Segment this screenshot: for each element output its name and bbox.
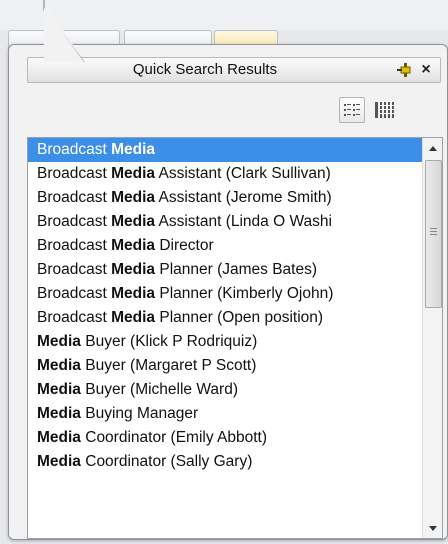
quick-search-popup: Quick Search Results × Broadcast Media B… bbox=[8, 44, 448, 540]
result-match-term: Media bbox=[111, 237, 156, 254]
result-row[interactable]: Media Coordinator (Emily Abbott) bbox=[28, 426, 422, 450]
result-row[interactable]: Media Buying Manager bbox=[28, 402, 422, 426]
result-suffix: Assistant (Jerome Smith) bbox=[155, 189, 332, 206]
result-prefix: Broadcast bbox=[37, 213, 112, 230]
result-match-term: Media bbox=[111, 189, 156, 206]
scroll-up-icon bbox=[429, 145, 437, 151]
result-row[interactable]: Broadcast Media Director bbox=[28, 234, 422, 258]
result-suffix: Coordinator (Emily Abbott) bbox=[80, 429, 268, 446]
result-row[interactable]: Broadcast Media bbox=[28, 138, 422, 162]
result-prefix: Broadcast bbox=[37, 309, 112, 326]
callout-pointer bbox=[43, 0, 85, 63]
list-view-button[interactable] bbox=[339, 97, 365, 123]
result-match-term: Media bbox=[111, 261, 156, 278]
result-prefix: Broadcast bbox=[37, 237, 112, 254]
result-row[interactable]: Broadcast Media Assistant (Clark Sulliva… bbox=[28, 162, 422, 186]
result-match-term: Media bbox=[111, 213, 156, 230]
result-match-term: Media bbox=[37, 381, 81, 398]
result-row[interactable]: Broadcast Media Planner (Kimberly Ojohn) bbox=[28, 282, 422, 306]
result-suffix: Planner (Open position) bbox=[155, 309, 324, 326]
result-suffix: Planner (James Bates) bbox=[155, 261, 318, 278]
grid-view-button[interactable] bbox=[371, 97, 397, 123]
list-view-icon bbox=[344, 104, 360, 116]
result-match-term: Media bbox=[37, 405, 81, 422]
result-row[interactable]: Media Coordinator (Sally Gary) bbox=[28, 450, 422, 474]
result-match-term: Media bbox=[111, 309, 156, 326]
result-row[interactable]: Broadcast Media Assistant (Jerome Smith) bbox=[28, 186, 422, 210]
result-prefix: Broadcast bbox=[37, 141, 112, 158]
result-match-term: Media bbox=[37, 453, 81, 470]
pin-icon[interactable] bbox=[396, 61, 414, 79]
result-suffix: Planner (Kimberly Ojohn) bbox=[155, 285, 334, 302]
result-match-term: Media bbox=[37, 357, 81, 374]
result-prefix: Broadcast bbox=[37, 189, 112, 206]
result-suffix: Buying Manager bbox=[80, 405, 199, 422]
result-suffix: Buyer (Klick P Rodriquiz) bbox=[80, 333, 258, 350]
result-row[interactable]: Media Buyer (Margaret P Scott) bbox=[28, 354, 422, 378]
result-match-term: Media bbox=[111, 165, 156, 182]
thumb-grip-icon bbox=[430, 228, 437, 235]
result-match-term: Media bbox=[37, 429, 81, 446]
result-match-term: Media bbox=[111, 285, 156, 302]
result-match-term: Media bbox=[37, 333, 81, 350]
result-prefix: Broadcast bbox=[37, 285, 112, 302]
scroll-up-button[interactable] bbox=[423, 138, 442, 158]
scroll-thumb[interactable] bbox=[425, 160, 442, 308]
result-suffix: Assistant (Clark Sullivan) bbox=[155, 165, 331, 182]
result-suffix: Buyer (Margaret P Scott) bbox=[80, 357, 257, 374]
vertical-scrollbar[interactable] bbox=[422, 138, 442, 538]
close-icon[interactable]: × bbox=[418, 60, 434, 80]
result-row[interactable]: Broadcast Media Planner (James Bates) bbox=[28, 258, 422, 282]
results-list[interactable]: Broadcast Media Broadcast Media Assistant… bbox=[27, 137, 443, 539]
result-row[interactable]: Media Buyer (Michelle Ward) bbox=[28, 378, 422, 402]
result-suffix: Buyer (Michelle Ward) bbox=[80, 381, 238, 398]
result-row[interactable]: Broadcast Media Assistant (Linda O Washi bbox=[28, 210, 422, 234]
result-prefix: Broadcast bbox=[37, 165, 112, 182]
result-row[interactable]: Broadcast Media Planner (Open position) bbox=[28, 306, 422, 330]
grid-view-icon bbox=[375, 102, 394, 118]
result-row[interactable]: Media Buyer (Klick P Rodriquiz) bbox=[28, 330, 422, 354]
result-prefix: Broadcast bbox=[37, 261, 112, 278]
result-suffix: Coordinator (Sally Gary) bbox=[80, 453, 253, 470]
result-match-term: Media bbox=[111, 141, 156, 158]
scroll-down-button[interactable] bbox=[423, 518, 442, 538]
result-suffix: Assistant (Linda O Washi bbox=[155, 213, 332, 230]
scroll-down-icon bbox=[429, 525, 437, 531]
result-suffix: Director bbox=[155, 237, 214, 254]
